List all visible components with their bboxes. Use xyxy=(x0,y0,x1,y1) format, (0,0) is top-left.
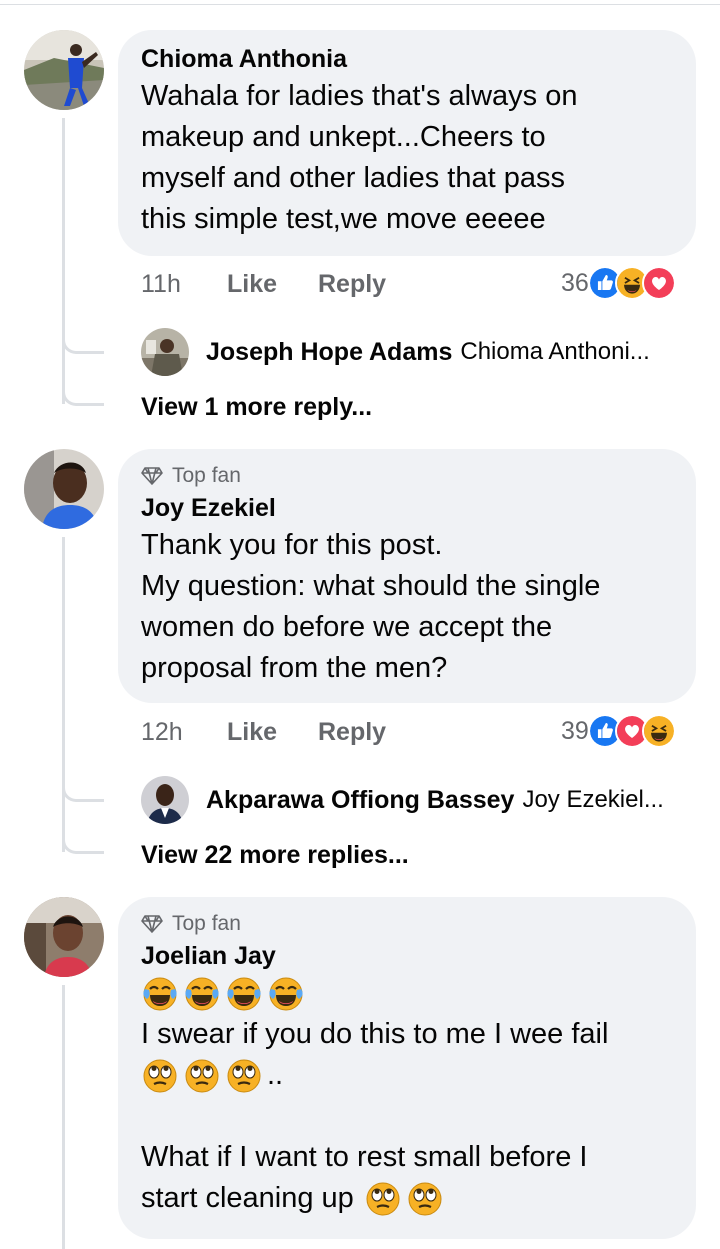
badge-label: Top fan xyxy=(172,464,241,487)
reaction-count: 39 xyxy=(561,716,589,745)
eye-roll-emoji xyxy=(364,1180,402,1218)
avatar-akparawa-offiong-bassey[interactable] xyxy=(141,776,189,824)
tears-of-joy-emoji xyxy=(267,975,305,1013)
like-button[interactable]: Like xyxy=(227,270,318,299)
avatar-chioma-anthonia[interactable] xyxy=(24,30,104,110)
view-more-replies[interactable]: View 22 more replies... xyxy=(141,841,409,870)
diamond-icon xyxy=(141,467,163,485)
comment-text-line: this simple test,we move eeeee xyxy=(141,203,546,235)
comment-actions: 12h Like Reply xyxy=(141,718,386,747)
comment-text-line: proposal from the men? xyxy=(141,652,448,684)
emoji-row: start cleaning up xyxy=(141,1178,674,1219)
emoji-row: .. xyxy=(141,1055,674,1096)
thread-branch xyxy=(62,320,104,354)
comment-text-line: I swear if you do this to me I wee fail xyxy=(141,1018,609,1050)
reply-button[interactable]: Reply xyxy=(318,270,386,299)
comment-text-line: My question: what should the single xyxy=(141,570,601,602)
reply-preview[interactable]: Joseph Hope Adams Chioma Anthoni... xyxy=(141,328,650,376)
reply-text: Chioma Anthoni... xyxy=(460,338,650,365)
emoji-row xyxy=(141,973,674,1014)
comment-text-line: Wahala for ladies that's always on xyxy=(141,80,578,112)
comment-bubble: Chioma Anthonia Wahala for ladies that's… xyxy=(118,30,696,256)
reaction-summary[interactable]: 39 xyxy=(561,714,676,748)
top-divider xyxy=(0,4,720,5)
reply-preview[interactable]: Akparawa Offiong Bassey Joy Ezekiel... xyxy=(141,776,664,824)
reply-text: Joy Ezekiel... xyxy=(522,786,664,813)
thread-line xyxy=(62,985,65,1249)
reaction-count: 36 xyxy=(561,268,589,297)
eye-roll-emoji xyxy=(225,1057,263,1095)
badge-label: Top fan xyxy=(172,912,241,935)
thread-branch xyxy=(62,768,104,802)
tears-of-joy-emoji xyxy=(183,975,221,1013)
tears-of-joy-emoji xyxy=(225,975,263,1013)
eye-roll-emoji xyxy=(141,1057,179,1095)
reply-author[interactable]: Akparawa Offiong Bassey xyxy=(206,786,514,815)
love-reaction-icon xyxy=(641,266,676,300)
diamond-icon xyxy=(141,915,163,933)
reaction-summary[interactable]: 36 xyxy=(561,266,676,300)
comment-time[interactable]: 12h xyxy=(141,718,227,747)
comment-text-suffix: .. xyxy=(267,1059,284,1091)
comment-author[interactable]: Chioma Anthonia xyxy=(141,42,674,76)
comment-actions: 11h Like Reply xyxy=(141,270,386,299)
view-more-replies[interactable]: View 1 more reply... xyxy=(141,393,372,422)
eye-roll-emoji xyxy=(406,1180,444,1218)
top-fan-badge: Top fan xyxy=(141,909,674,939)
avatar-joseph-hope-adams[interactable] xyxy=(141,328,189,376)
avatar-joy-ezekiel[interactable] xyxy=(24,449,104,529)
top-fan-badge: Top fan xyxy=(141,461,674,491)
reply-author[interactable]: Joseph Hope Adams xyxy=(206,338,452,367)
comment-author[interactable]: Joelian Jay xyxy=(141,939,674,973)
comment-text-line: start cleaning up xyxy=(141,1182,354,1214)
comment-text-line: What if I want to rest small before I xyxy=(141,1141,588,1173)
comment-text-line: myself and other ladies that pass xyxy=(141,162,565,194)
like-button[interactable]: Like xyxy=(227,718,318,747)
comment-author[interactable]: Joy Ezekiel xyxy=(141,491,674,525)
comment-text-line: women do before we accept the xyxy=(141,611,553,643)
thread-line xyxy=(62,118,65,404)
thread-line xyxy=(62,537,65,852)
eye-roll-emoji xyxy=(183,1057,221,1095)
reply-button[interactable]: Reply xyxy=(318,718,386,747)
comment-text-line: Thank you for this post. xyxy=(141,529,443,561)
comment-time[interactable]: 11h xyxy=(141,270,227,299)
thread-branch xyxy=(62,372,104,406)
haha-reaction-icon xyxy=(641,714,676,748)
comment-text-line: makeup and unkept...Cheers to xyxy=(141,121,546,153)
thread-branch xyxy=(62,820,104,854)
comment-bubble: Top fan Joelian Jay I swear if you do th… xyxy=(118,897,696,1239)
avatar-joelian-jay[interactable] xyxy=(24,897,104,977)
tears-of-joy-emoji xyxy=(141,975,179,1013)
comment-bubble: Top fan Joy Ezekiel Thank you for this p… xyxy=(118,449,696,703)
